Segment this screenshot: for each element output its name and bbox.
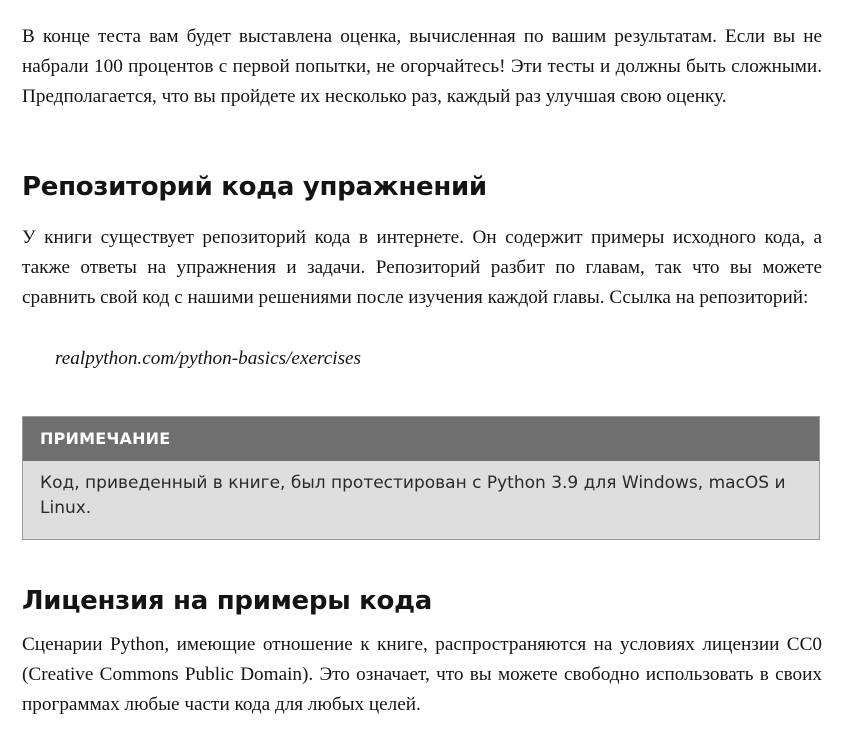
license-heading: Лицензия на примеры кода xyxy=(22,586,433,616)
license-paragraph: Сценарии Python, имеющие отношение к кни… xyxy=(22,634,822,715)
note-title: ПРИМЕЧАНИЕ xyxy=(23,417,819,461)
note-text: Код, приведенный в книге, был протестиро… xyxy=(40,473,786,518)
repository-link[interactable]: realpython.com/python-basics/exercises xyxy=(55,344,361,374)
repository-heading: Репозиторий кода упражнений xyxy=(22,172,487,202)
note-box: ПРИМЕЧАНИЕ Код, приведенный в книге, был… xyxy=(22,416,820,540)
repository-paragraph: У книги существует репозиторий кода в ин… xyxy=(22,227,822,308)
intro-paragraph: В конце теста вам будет выставлена оценк… xyxy=(22,26,822,107)
